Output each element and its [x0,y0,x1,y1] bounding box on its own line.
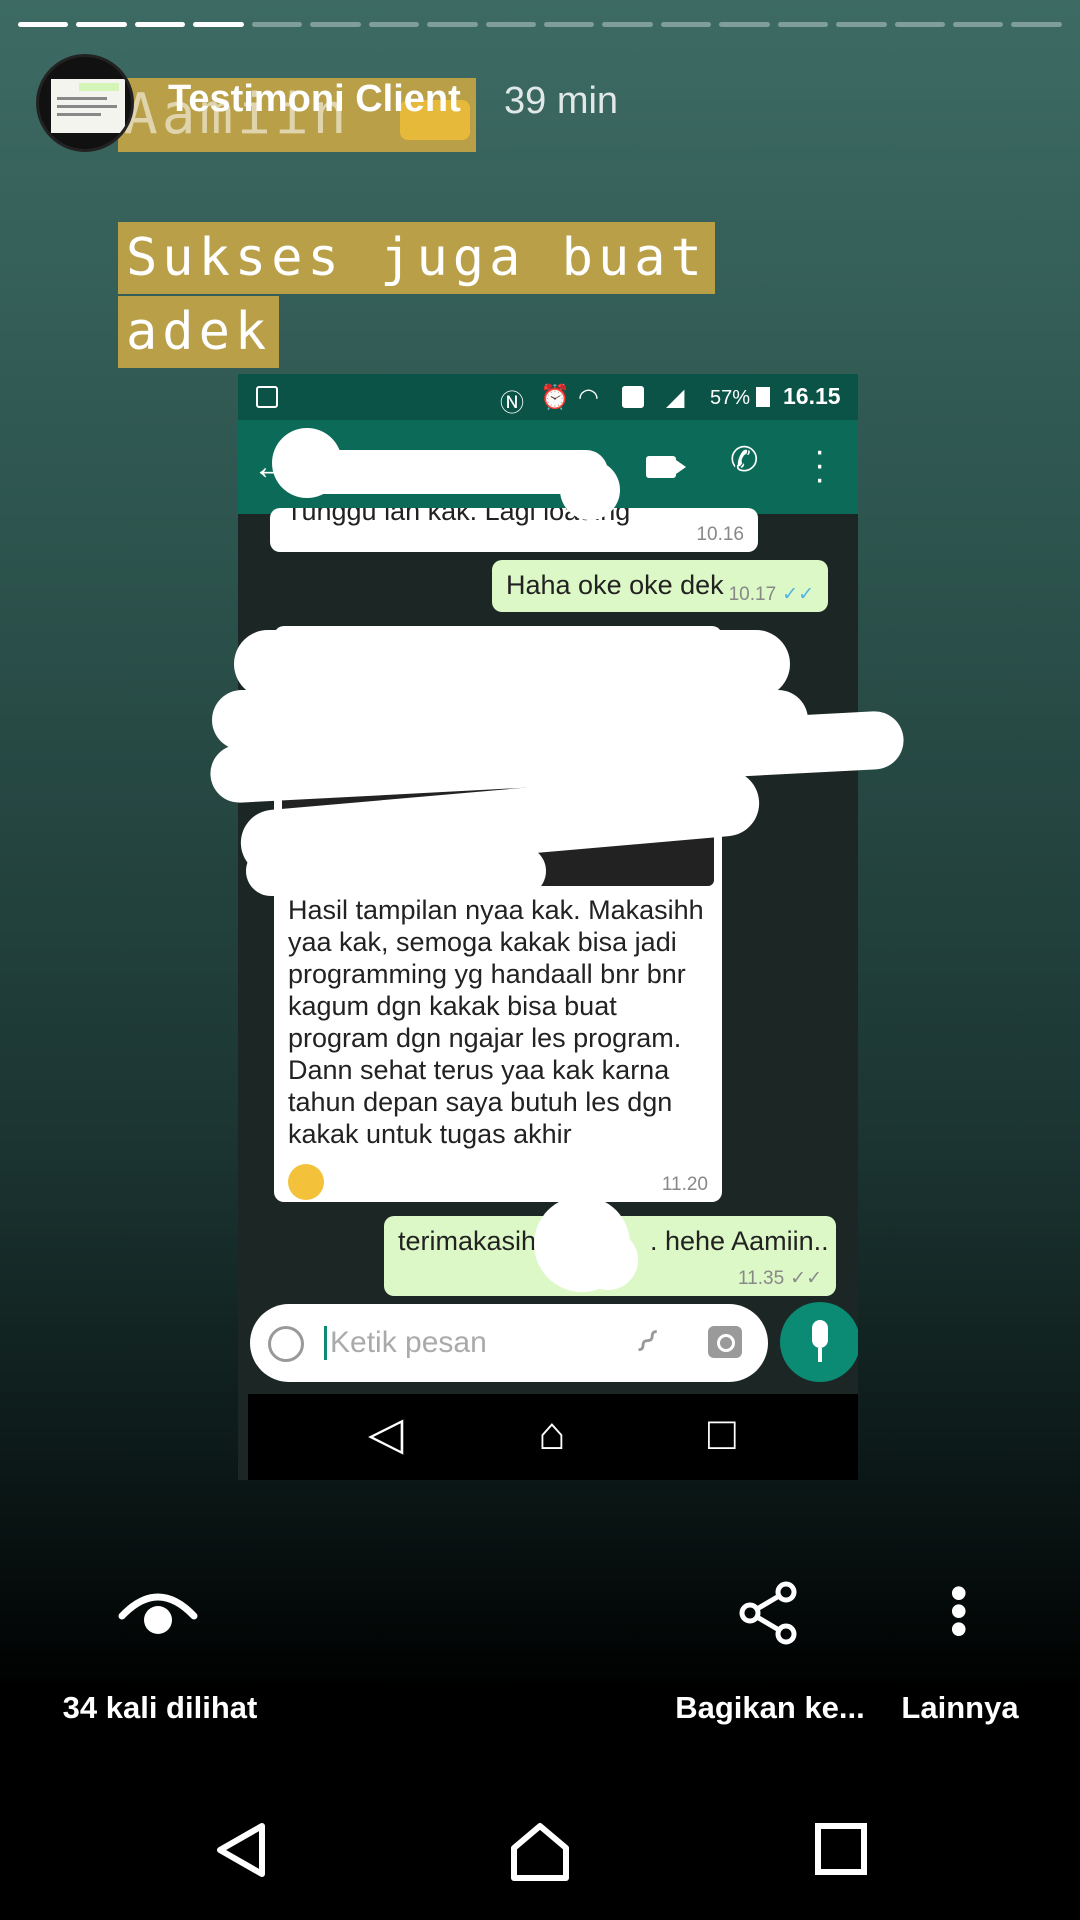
progress-segment [18,22,69,27]
alarm-icon: ⏰ [540,384,570,411]
redaction-mark [560,460,620,520]
image-icon [256,386,278,408]
phone-icon[interactable]: ✆ [730,440,759,480]
message-time: 10.17 ✓✓ [728,584,814,605]
progress-segment [251,22,303,27]
progress-segment [310,22,361,27]
double-check-icon: ✓✓ [782,584,814,605]
progress-segment [894,22,945,27]
progress-segment [76,22,127,27]
progress-segment [602,22,653,27]
nfc-icon: Ⓝ [500,390,524,417]
paperclip-icon[interactable]: ⌇ [626,1322,666,1362]
input-placeholder: Ketik pesan [330,1326,487,1359]
redaction-mark [278,450,608,494]
emoji-icon[interactable] [268,1326,304,1362]
text-cursor [324,1326,327,1360]
message-input[interactable]: Ketik pesan ⌇ [250,1304,768,1382]
mic-button[interactable] [780,1302,858,1382]
progress-segment [1011,22,1062,27]
progress-segment [660,22,712,27]
video-call-icon[interactable] [646,456,686,478]
camera-icon[interactable] [708,1326,742,1358]
progress-segment [836,22,887,27]
caption-line-1: Sukses juga buat [118,222,715,294]
grin-sweat-emoji-icon [288,1164,324,1200]
avatar[interactable] [36,54,134,152]
sim-icon [622,386,644,408]
story-title[interactable]: Testimoni Client [168,78,461,121]
back-triangle-icon: ◁ [368,1407,404,1459]
status-bar: Ⓝ ⏰ ◠ ◢ 57% 16.15 [238,374,858,420]
message-text: terimakasih [398,1226,537,1256]
caption-line-2: adek [118,296,280,368]
home-icon: ⌂ [538,1407,566,1459]
story-progress [18,22,1062,27]
message-text-tail: . hehe Aamiin.. [650,1226,829,1256]
progress-segment [543,22,595,27]
progress-segment [193,22,244,27]
progress-segment [134,22,186,27]
more-vert-icon[interactable]: • • • [950,1568,968,1654]
status-clock: 16.15 [783,383,841,409]
nav-recents-icon[interactable] [814,1820,870,1881]
progress-segment [368,22,420,27]
signal-icon: ◢ [666,384,685,411]
progress-segment [777,22,829,27]
recents-square-icon: □ [708,1407,736,1459]
wifi-icon: ◠ [578,384,599,411]
nav-back-icon[interactable] [212,1820,272,1885]
share-action[interactable]: Bagikan ke... [660,1690,880,1726]
more-vert-icon[interactable]: · · · [814,434,825,496]
message-time: 10.16 [696,524,744,545]
chat-message: Haha oke oke dek 10.17 ✓✓ [492,560,828,612]
message-text: Hasil tampilan nyaa kak. Makasihh yaa ka… [288,895,704,1149]
share-icon[interactable] [736,1580,802,1651]
views-count[interactable]: 34 kali dilihat [40,1690,280,1726]
eye-icon[interactable] [118,1586,198,1636]
message-text: Haha oke oke dek [506,570,724,600]
redaction-mark [234,630,790,698]
views-label: 34 kali dilihat [62,1690,258,1725]
more-label: Lainnya [901,1690,1019,1725]
chat-screenshot: Ⓝ ⏰ ◠ ◢ 57% 16.15 ← ✆ · · · Tunggu lah kak… [238,374,858,1480]
embedded-nav-bar: ◁ ⌂ □ [248,1394,858,1480]
progress-segment [427,22,478,27]
progress-segment [719,22,770,27]
progress-segment [953,22,1004,27]
double-check-icon: ✓✓ [790,1268,822,1289]
battery-icon [756,387,770,407]
message-time: 11.35 ✓✓ [738,1268,822,1289]
battery-percent: 57% [710,387,751,409]
progress-segment [485,22,536,27]
chat-message: Tunggu lah kak. Lagi loading 10.16 [270,508,758,552]
redaction-mark [246,846,546,896]
more-action[interactable]: Lainnya [890,1690,1030,1726]
nav-home-icon[interactable] [508,1820,572,1889]
message-time: 11.20 [661,1174,708,1195]
redaction-mark [578,1230,638,1290]
story-time: 39 min [504,80,619,122]
share-label: Bagikan ke... [675,1690,865,1725]
